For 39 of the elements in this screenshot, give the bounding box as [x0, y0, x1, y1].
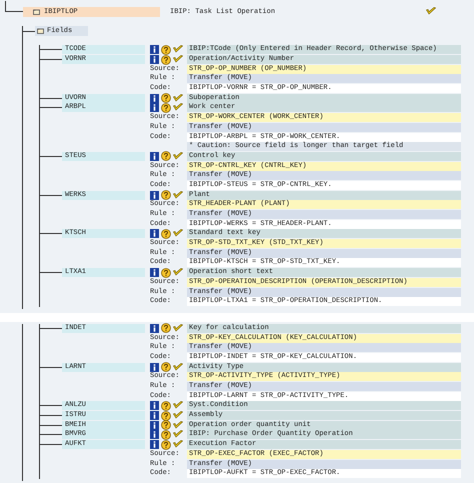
check-icon[interactable]	[173, 152, 183, 161]
info-icon[interactable]	[150, 55, 159, 64]
info-icon[interactable]	[150, 362, 159, 372]
info-icon[interactable]	[150, 411, 159, 420]
help-icon[interactable]	[161, 102, 171, 113]
folder-icon	[33, 8, 40, 14]
help-icon[interactable]	[161, 44, 171, 55]
info-icon[interactable]	[150, 190, 159, 200]
check-icon[interactable]	[173, 268, 183, 278]
check-icon[interactable]	[173, 324, 183, 333]
info-icon[interactable]	[150, 45, 159, 54]
help-icon[interactable]	[161, 323, 171, 334]
info-icon[interactable]	[150, 401, 159, 410]
help-icon[interactable]	[161, 54, 171, 65]
info-icon[interactable]	[150, 94, 159, 103]
check-icon[interactable]	[173, 362, 183, 372]
check-icon[interactable]	[173, 229, 183, 238]
check-icon[interactable]	[173, 190, 183, 200]
help-icon[interactable]	[161, 410, 171, 421]
help-icon[interactable]	[161, 93, 171, 104]
help-icon[interactable]	[161, 440, 171, 450]
help-icon[interactable]	[161, 151, 171, 162]
info-icon[interactable]	[150, 440, 159, 450]
help-icon[interactable]	[161, 400, 171, 411]
help-icon[interactable]	[161, 190, 171, 200]
info-icon[interactable]	[150, 268, 159, 278]
info-icon[interactable]	[150, 430, 159, 440]
help-icon[interactable]	[161, 268, 171, 278]
help-icon[interactable]	[161, 430, 171, 440]
folder-icon	[37, 28, 44, 34]
help-icon[interactable]	[161, 420, 171, 430]
info-icon[interactable]	[150, 420, 159, 430]
info-icon[interactable]	[150, 229, 159, 238]
help-icon[interactable]	[161, 362, 171, 372]
help-icon[interactable]	[161, 228, 171, 239]
info-icon[interactable]	[150, 152, 159, 161]
check-icon[interactable]	[426, 7, 436, 16]
info-icon[interactable]	[150, 103, 159, 112]
info-icon[interactable]	[150, 324, 159, 333]
